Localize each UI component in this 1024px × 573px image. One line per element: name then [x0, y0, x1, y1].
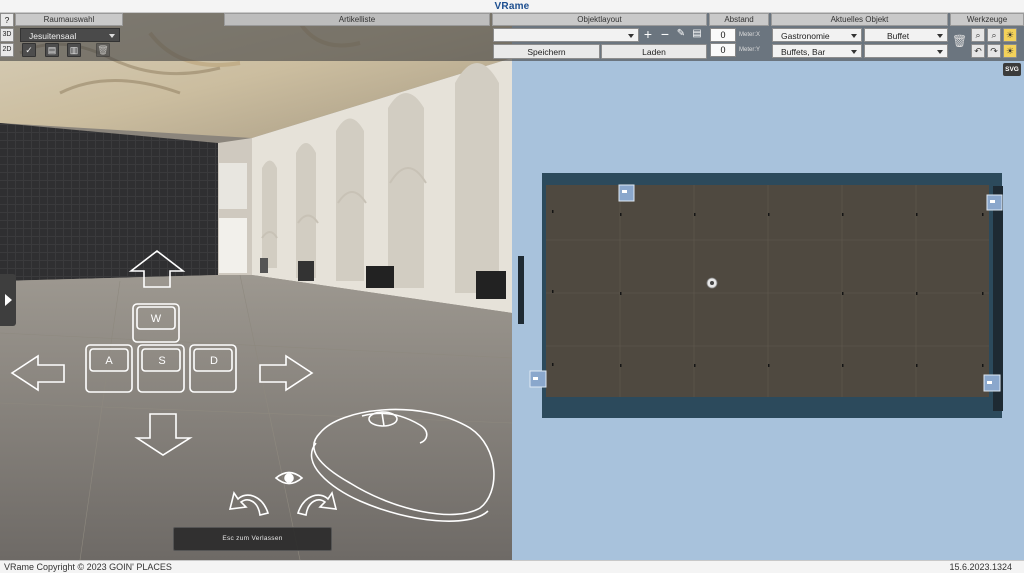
- status-bar: VRame Copyright © 2023 GOIN' PLACES 15.6…: [0, 560, 1024, 573]
- svg-text:W: W: [151, 313, 162, 325]
- app-logo: VRame: [494, 1, 530, 12]
- edit-icon[interactable]: ✎: [674, 28, 688, 42]
- distance-y-unit: Meter:Y: [739, 47, 761, 53]
- zoom-in-icon[interactable]: ⌕: [971, 28, 985, 42]
- remove-icon[interactable]: −: [658, 27, 672, 42]
- zoom-out-icon[interactable]: ⌕: [987, 28, 1001, 42]
- chevron-down-icon: [937, 34, 943, 38]
- variant-select[interactable]: [864, 44, 948, 58]
- svg-text:S: S: [158, 355, 165, 367]
- viewport-3d[interactable]: W A S D Esc zum Verlassen: [0, 13, 512, 560]
- camera-position-icon: [706, 277, 718, 289]
- subcategory-select[interactable]: Buffets, Bar: [772, 44, 862, 58]
- svg-export-button[interactable]: SVG: [1003, 63, 1021, 76]
- scene-3d: W A S D: [0, 13, 512, 560]
- aktuelles-objekt-header: Aktuelles Objekt: [771, 13, 948, 26]
- folder-icon[interactable]: ▥: [67, 43, 81, 57]
- svg-text:A: A: [105, 355, 113, 367]
- title-bar: VRame: [0, 0, 1024, 13]
- chevron-down-icon: [937, 50, 943, 54]
- chevron-right-icon: [5, 294, 12, 306]
- distance-x-unit: Meter:X: [739, 32, 761, 38]
- mode-3d-button[interactable]: 3D: [0, 28, 14, 42]
- esc-exit-hint[interactable]: Esc zum Verlassen: [173, 527, 332, 551]
- object-select-value: Buffet: [887, 31, 910, 41]
- trash-icon[interactable]: 🗑: [96, 43, 110, 57]
- objektlayout-header: Objektlayout: [492, 13, 707, 26]
- chevron-down-icon: [109, 34, 115, 38]
- werkzeuge-header: Werkzeuge: [950, 13, 1024, 26]
- layout-select[interactable]: [493, 28, 639, 42]
- category-select[interactable]: Gastronomie: [772, 28, 862, 42]
- object-select[interactable]: Buffet: [864, 28, 948, 42]
- category-select-value: Gastronomie: [781, 31, 830, 41]
- chevron-down-icon: [851, 34, 857, 38]
- chevron-down-icon: [851, 50, 857, 54]
- svg-text:D: D: [210, 355, 218, 367]
- redo-icon[interactable]: ↷: [987, 44, 1001, 58]
- undo-icon[interactable]: ↶: [971, 44, 985, 58]
- light-toggle-icon[interactable]: ☀: [1003, 44, 1017, 58]
- folder-icon[interactable]: ▤: [690, 28, 704, 42]
- version-text: 15.6.2023.1324: [949, 562, 1012, 572]
- load-button[interactable]: Laden: [601, 44, 707, 59]
- plan-floor: [546, 185, 989, 397]
- distance-x-input[interactable]: 0: [710, 28, 736, 42]
- add-icon[interactable]: +: [641, 27, 655, 42]
- room-select[interactable]: Jesuitensaal: [20, 28, 120, 42]
- mode-2d-button[interactable]: 2D: [0, 43, 14, 57]
- checkmark-icon[interactable]: ✓: [22, 43, 36, 57]
- vrame-app: VRame W A S D Esc zum Verlassen Raumausw…: [0, 0, 1024, 573]
- help-button[interactable]: ?: [0, 13, 14, 27]
- copyright-text: VRame Copyright © 2023 GOIN' PLACES: [4, 562, 172, 572]
- floor-plan-view[interactable]: [512, 13, 1024, 560]
- trash-icon[interactable]: 🗑: [952, 35, 967, 49]
- side-panel-toggle[interactable]: [0, 274, 16, 326]
- floor-plan-canvas: [518, 173, 1003, 418]
- chevron-down-icon: [628, 34, 634, 38]
- lightbulb-icon[interactable]: ☀: [1003, 28, 1017, 42]
- distance-y-input[interactable]: 0: [710, 43, 736, 57]
- toolbar: Raumauswahl ? 3D 2D Jesuitensaal ✓ ▤ ▥ 🗑…: [0, 13, 1024, 61]
- folder-open-icon[interactable]: ▤: [45, 43, 59, 57]
- abstand-header: Abstand: [709, 13, 769, 26]
- raumauswahl-header: Raumauswahl: [15, 13, 123, 26]
- artikelliste-header[interactable]: Artikelliste: [224, 13, 490, 26]
- room-select-value: Jesuitensaal: [29, 31, 77, 41]
- save-button[interactable]: Speichern: [493, 44, 600, 59]
- subcategory-select-value: Buffets, Bar: [781, 47, 826, 57]
